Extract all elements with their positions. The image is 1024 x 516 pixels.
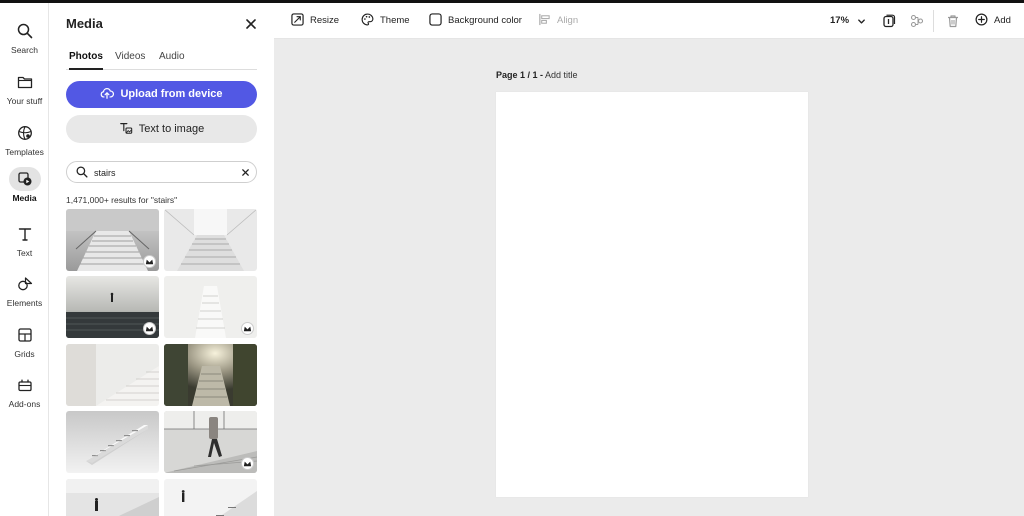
chevron-down-icon[interactable] — [857, 17, 866, 26]
text-to-image-icon — [119, 123, 132, 134]
search-box — [66, 161, 257, 183]
photo-thumbnail[interactable] — [66, 276, 159, 338]
photo-thumbnail[interactable] — [66, 479, 159, 516]
add-button[interactable]: Add — [975, 12, 1011, 30]
rail-item-text[interactable]: Text — [0, 218, 49, 264]
theme-label: Theme — [380, 15, 410, 26]
zoom-level[interactable]: 17% — [830, 12, 849, 30]
folder-icon — [9, 70, 41, 94]
media-panel: Media Photos Videos Audio Upload from de… — [49, 3, 274, 516]
addons-icon — [9, 373, 41, 397]
tab-audio[interactable]: Audio — [159, 51, 185, 70]
page-number: Page 1 / 1 - — [496, 70, 544, 80]
palette-icon — [361, 13, 374, 26]
photo-thumbnail[interactable] — [66, 411, 159, 473]
add-label: Add — [994, 15, 1011, 26]
photo-thumbnail[interactable] — [164, 479, 257, 516]
rail-label: Grids — [14, 349, 35, 359]
media-tabs: Photos Videos Audio — [66, 48, 257, 70]
rail-label: Your stuff — [6, 96, 43, 106]
background-color-button[interactable]: Background color — [429, 12, 522, 30]
top-toolbar: Resize Theme Background color Align 17% … — [274, 3, 1024, 39]
add-circle-icon — [975, 13, 988, 26]
close-icon[interactable] — [243, 16, 259, 32]
search-input[interactable] — [94, 165, 234, 180]
photo-thumbnail[interactable] — [164, 209, 257, 271]
text-to-image-button[interactable]: Text to image — [66, 115, 257, 143]
pages-icon[interactable] — [882, 14, 896, 28]
rail-item-your-stuff[interactable]: Your stuff — [0, 66, 49, 112]
rail-label: Search — [11, 45, 38, 55]
elements-icon — [9, 272, 41, 296]
rail-label: Text — [16, 248, 33, 258]
left-rail: Search Your stuff Templates Media Text E… — [0, 3, 49, 516]
text-icon — [9, 222, 41, 246]
photo-thumbnail[interactable] — [164, 276, 257, 338]
align-button[interactable]: Align — [538, 12, 578, 30]
design-page[interactable] — [496, 92, 808, 497]
photo-thumbnail[interactable] — [164, 344, 257, 406]
rail-item-search[interactable]: Search — [0, 15, 49, 61]
rail-item-templates[interactable]: Templates — [0, 117, 49, 163]
rail-item-media[interactable]: Media — [0, 163, 49, 209]
rail-label: Add-ons — [8, 399, 41, 409]
rail-item-grids[interactable]: Grids — [0, 319, 49, 365]
resize-button[interactable]: Resize — [291, 12, 339, 30]
background-color-label: Background color — [448, 15, 522, 26]
text-to-image-label: Text to image — [138, 123, 205, 135]
photo-thumbnail[interactable] — [164, 411, 257, 473]
rail-item-elements[interactable]: Elements — [0, 268, 49, 314]
theme-button[interactable]: Theme — [361, 12, 410, 30]
search-icon — [76, 166, 88, 178]
rail-label: Elements — [6, 298, 43, 308]
resize-icon — [291, 13, 304, 26]
photo-thumbnail[interactable] — [66, 344, 159, 406]
panel-title: Media — [66, 16, 103, 31]
align-icon — [539, 13, 550, 26]
rail-item-add-ons[interactable]: Add-ons — [0, 369, 49, 415]
clear-search-icon[interactable] — [241, 168, 250, 177]
grids-icon — [9, 323, 41, 347]
layers-toggle-icon[interactable] — [910, 14, 924, 28]
templates-icon — [9, 121, 41, 145]
tab-photos[interactable]: Photos — [69, 51, 103, 70]
app-window: Search Your stuff Templates Media Text E… — [0, 0, 1024, 516]
align-label: Align — [557, 15, 579, 26]
page-label: Page 1 / 1 - Add title — [496, 70, 578, 80]
search-icon — [9, 19, 41, 43]
rail-label: Templates — [5, 147, 44, 157]
delete-icon[interactable] — [946, 14, 960, 28]
add-title-link[interactable]: Add title — [545, 70, 578, 80]
toolbar-divider — [933, 10, 934, 32]
resize-label: Resize — [310, 15, 340, 26]
upload-from-device-button[interactable]: Upload from device — [66, 81, 257, 108]
premium-badge-icon — [143, 255, 156, 268]
tab-videos[interactable]: Videos — [115, 51, 145, 70]
cloud-upload-icon — [101, 88, 115, 99]
premium-badge-icon — [241, 457, 254, 470]
media-icon — [8, 167, 41, 191]
premium-badge-icon — [241, 322, 254, 335]
photo-thumbnail[interactable] — [66, 209, 159, 271]
upload-label: Upload from device — [120, 88, 223, 100]
rail-label: Media — [12, 193, 37, 203]
premium-badge-icon — [143, 322, 156, 335]
background-color-icon — [429, 13, 442, 26]
results-count: 1,471,000+ results for "stairs" — [66, 195, 178, 205]
